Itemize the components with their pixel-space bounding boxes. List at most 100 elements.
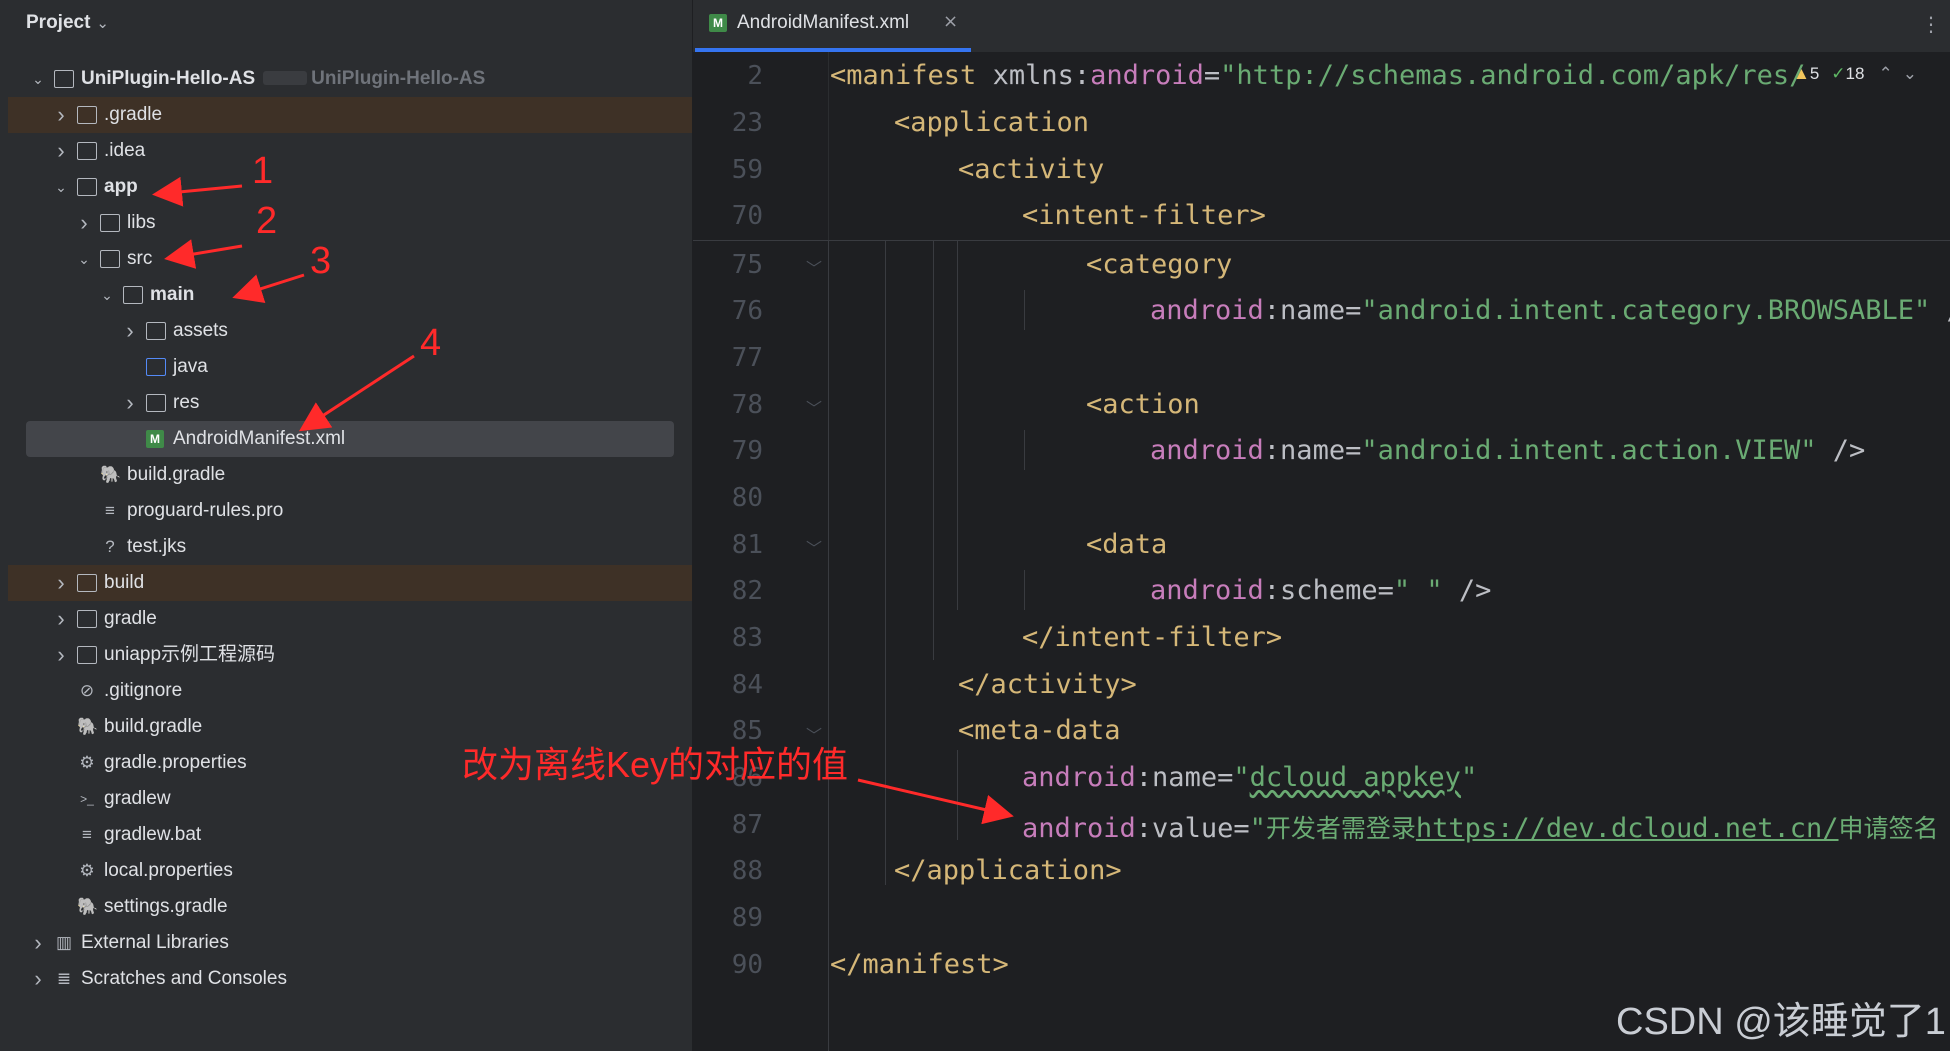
fold-icon[interactable]: ﹀ (806, 255, 822, 279)
code-line-84[interactable]: </activity> (958, 669, 1137, 700)
resource-folder-icon (146, 394, 166, 412)
tree-item[interactable]: ? test.jks (8, 529, 692, 565)
code-line-90[interactable]: </manifest> (830, 949, 1009, 980)
tree-item[interactable]: ≡ gradlew.bat (8, 817, 692, 853)
chevron-right-icon[interactable]: › (51, 601, 71, 637)
inspections-widget[interactable]: ▲5 ✓18 ⌃ ⌄ (1793, 64, 1917, 84)
code-line-59[interactable]: <activity (958, 154, 1104, 185)
tree-item[interactable]: ⌄ main (8, 277, 692, 313)
code-line-2[interactable]: <manifest xmlns:android="http://schemas.… (830, 60, 1805, 91)
tree-item[interactable]: ⚙ local.properties (8, 853, 692, 889)
tree-item[interactable]: 🐘 build.gradle (8, 457, 692, 493)
chevron-right-icon[interactable]: › (120, 313, 140, 349)
project-panel: Project ⌄ ⌄ UniPlugin-Hello-AS UniPlugin-He… (0, 0, 692, 1051)
chevron-right-icon[interactable]: › (74, 205, 94, 241)
code-line-82[interactable]: android:scheme=" " /> (1150, 575, 1491, 606)
line-number[interactable]: 88 (719, 856, 763, 886)
close-icon[interactable]: × (943, 11, 958, 32)
code-line-78[interactable]: <action (1086, 389, 1200, 420)
tree-item-label: .gitignore (104, 680, 183, 701)
chevron-down-icon[interactable]: ⌄ (51, 169, 71, 205)
line-number[interactable]: 23 (719, 108, 763, 138)
chevron-down-icon[interactable]: ⌄ (96, 15, 109, 32)
code-line-75[interactable]: <category (1086, 249, 1232, 280)
code-line-23[interactable]: <application (894, 107, 1089, 138)
tree-item[interactable]: ⌄ UniPlugin-Hello-AS UniPlugin-Hello-AS (8, 61, 692, 97)
tree-item[interactable]: java (8, 349, 692, 385)
line-number[interactable]: 59 (719, 155, 763, 185)
tree-item[interactable]: 🐘 settings.gradle (8, 889, 692, 925)
tree-item[interactable]: › ▥ External Libraries (8, 925, 692, 961)
sticky-lines-separator (693, 240, 1950, 241)
tree-item-label: .gradle (104, 104, 163, 125)
line-number[interactable]: 90 (719, 950, 763, 980)
tree-item-label: libs (127, 212, 156, 233)
tree-item[interactable]: ⊘ .gitignore (8, 673, 692, 709)
line-number[interactable]: 87 (719, 810, 763, 840)
fold-icon[interactable]: ﹀ (806, 395, 822, 419)
tab-android-manifest[interactable]: M AndroidManifest.xml × (695, 0, 971, 52)
annotation-note: 改为离线Key的对应的值 (462, 744, 849, 785)
tree-item[interactable]: M AndroidManifest.xml (26, 421, 674, 457)
line-number[interactable]: 77 (719, 343, 763, 373)
code-line-83[interactable]: </intent-filter> (1022, 622, 1282, 653)
tree-item[interactable]: ≡ proguard-rules.pro (8, 493, 692, 529)
chevron-right-icon[interactable]: › (51, 133, 71, 169)
module-folder-icon (54, 70, 74, 88)
chevron-right-icon[interactable]: › (51, 97, 71, 133)
line-number[interactable]: 81 (719, 530, 763, 560)
line-number[interactable]: 80 (719, 483, 763, 513)
chevron-down-icon[interactable]: ⌄ (97, 277, 117, 313)
chevron-right-icon[interactable]: › (51, 637, 71, 673)
code-line-85[interactable]: <meta-data (958, 715, 1121, 746)
tree-item-label: java (173, 356, 208, 377)
gradle-icon: 🐘 (77, 717, 99, 736)
tree-item[interactable]: › uniapp示例工程源码 (8, 637, 692, 673)
tree-item[interactable]: ⌄ app (8, 169, 692, 205)
line-number[interactable]: 89 (719, 903, 763, 933)
line-number[interactable]: 84 (719, 670, 763, 700)
indent-guide (957, 750, 958, 840)
chevron-right-icon[interactable]: › (28, 961, 48, 997)
chevron-down-icon[interactable]: ⌄ (1903, 64, 1917, 83)
line-number[interactable]: 83 (719, 623, 763, 653)
code-line-70[interactable]: <intent-filter> (1022, 200, 1266, 231)
line-number[interactable]: 75 (719, 250, 763, 280)
line-number[interactable]: 70 (719, 201, 763, 231)
chevron-down-icon[interactable]: ⌄ (28, 61, 48, 97)
tree-item[interactable]: › ≣ Scratches and Consoles (8, 961, 692, 997)
chevron-right-icon[interactable]: › (28, 925, 48, 961)
line-number[interactable]: 2 (719, 61, 763, 91)
more-options-icon[interactable]: ⋮ (1921, 12, 1941, 36)
tree-item-label: assets (173, 320, 228, 341)
tree-item[interactable]: › libs (8, 205, 692, 241)
line-number[interactable]: 78 (719, 390, 763, 420)
project-view-selector[interactable]: Project ⌄ (26, 12, 109, 34)
tree-item-label: build.gradle (104, 716, 203, 737)
chevron-down-icon[interactable]: ⌄ (74, 241, 94, 277)
line-number[interactable]: 79 (719, 436, 763, 466)
tree-item[interactable]: › .idea (8, 133, 692, 169)
code-line-86[interactable]: android:name="dcloud_appkey" (1022, 762, 1477, 793)
code-line-79[interactable]: android:name="android.intent.action.VIEW… (1150, 435, 1865, 466)
indent-guide (828, 240, 829, 1051)
tree-item[interactable]: › res (8, 385, 692, 421)
line-number[interactable]: 76 (719, 296, 763, 326)
code-line-87[interactable]: android:value="开发者需登录https://dev.dcloud.… (1022, 809, 1939, 845)
folder-icon (77, 106, 97, 124)
tree-item[interactable]: › assets (8, 313, 692, 349)
tree-item[interactable]: › build (8, 565, 692, 601)
tree-item[interactable]: ⌄ src (8, 241, 692, 277)
fold-icon[interactable]: ﹀ (806, 535, 822, 559)
chevron-up-icon[interactable]: ⌃ (1878, 64, 1892, 83)
line-number[interactable]: 82 (719, 576, 763, 606)
code-line-88[interactable]: </application> (894, 855, 1122, 886)
chevron-right-icon[interactable]: › (51, 565, 71, 601)
tree-item[interactable]: › .gradle (8, 97, 692, 133)
project-title: Project (26, 12, 91, 33)
chevron-right-icon[interactable]: › (120, 385, 140, 421)
weak-warning-count: 18 (1845, 64, 1865, 83)
code-line-76[interactable]: android:name="android.intent.category.BR… (1150, 295, 1950, 326)
code-line-81[interactable]: <data (1086, 529, 1167, 560)
tree-item[interactable]: › gradle (8, 601, 692, 637)
